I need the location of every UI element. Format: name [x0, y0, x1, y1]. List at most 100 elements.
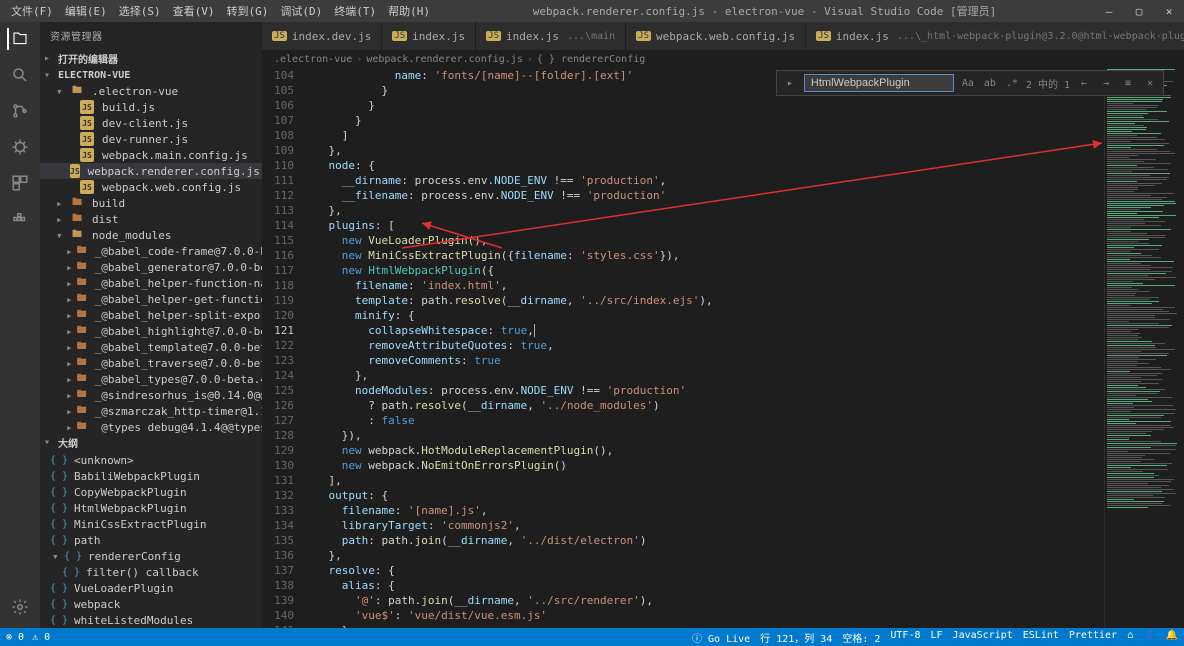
editor-tabs: JSindex.dev.jsJSindex.jsJSindex.js...\ma… [262, 22, 1184, 50]
tree-item[interactable]: ▾🖿node_modules [40, 227, 262, 243]
outline-item[interactable]: { }CopyWebpackPlugin [40, 484, 262, 500]
tree-item[interactable]: JSwebpack.web.config.js [40, 179, 262, 195]
maximize-button[interactable]: ▢ [1124, 5, 1154, 18]
tree-item[interactable]: JSwebpack.main.config.js [40, 147, 262, 163]
menu-item[interactable]: 帮助(H) [383, 1, 435, 21]
find-input[interactable] [804, 74, 954, 92]
status-item[interactable]: ESLint [1023, 630, 1059, 645]
outline-item[interactable]: { }MiniCssExtractPlugin [40, 516, 262, 532]
tree-item[interactable]: ▸🖿_@babel_helper-get-function-arity@7.0.… [40, 291, 262, 307]
tree-item[interactable]: ▸🖿_@babel_traverse@7.0.0-beta.44@@babel [40, 355, 262, 371]
debug-icon[interactable] [9, 136, 31, 158]
code-editor[interactable]: 1041051061071081091101111121131141151161… [262, 68, 1184, 628]
status-item[interactable]: ⚠ 0 [32, 632, 50, 643]
tree-item[interactable]: JSbuild.js [40, 99, 262, 115]
editor-tab[interactable]: JSindex.js...\main [476, 22, 626, 50]
editor-tab[interactable]: JSwebpack.web.config.js [626, 22, 806, 50]
breadcrumb-item[interactable]: { } rendererConfig [537, 54, 645, 65]
tree-item[interactable]: ▸🖿_@babel_code-frame@7.0.0-beta.44@@babe… [40, 243, 262, 259]
status-item[interactable]: 行 121，列 34 [760, 630, 832, 645]
status-bar: ⊗ 0 ⚠ 0 ⓘ Go Live 行 121，列 34 空格: 2 UTF-8 LF Ja… [0, 628, 1184, 646]
outline-item[interactable]: { }BabiliWebpackPlugin [40, 468, 262, 484]
tree-item[interactable]: JSdev-runner.js [40, 131, 262, 147]
menu-item[interactable]: 终端(T) [329, 1, 381, 21]
regex-icon[interactable]: .* [1004, 75, 1020, 91]
editor-tab[interactable]: JSindex.js [382, 22, 476, 50]
outline-item[interactable]: { }VueLoaderPlugin [40, 580, 262, 596]
status-item[interactable]: 👤 [1143, 630, 1155, 645]
explorer-sidebar: 资源管理器 ▸打开的编辑器 ▾ELECTRON-VUE ▾🖿.electron-… [40, 22, 262, 628]
tree-item[interactable]: ▸🖿_@babel_highlight@7.0.0-beta.44@@babel [40, 323, 262, 339]
status-item[interactable]: UTF-8 [890, 630, 920, 645]
minimap[interactable] [1104, 68, 1184, 628]
outline-item[interactable]: { }HtmlWebpackPlugin [40, 500, 262, 516]
breadcrumb[interactable]: .electron-vue›webpack.renderer.config.js… [262, 50, 1184, 68]
tree-item[interactable]: ▸🖿_@types_debug@4.1.4@@types [40, 419, 262, 433]
find-selection-icon[interactable]: ≡ [1120, 75, 1136, 91]
outline-item[interactable]: { }webpack [40, 596, 262, 612]
outline-item[interactable]: { }path [40, 532, 262, 548]
tree-item[interactable]: ▸🖿build [40, 195, 262, 211]
outline-item[interactable]: { }<unknown> [40, 452, 262, 468]
minimize-button[interactable]: — [1094, 5, 1124, 18]
status-item[interactable]: LF [931, 630, 943, 645]
next-match-icon[interactable]: → [1098, 75, 1114, 91]
editor-tab[interactable]: JSindex.js...\_html-webpack-plugin@3.2.0… [806, 22, 1184, 50]
find-results: 2 中的 1 [1026, 76, 1070, 91]
find-widget: ▸ Aa ab .* 2 中的 1 ← → ≡ ✕ [776, 70, 1164, 96]
outline-section[interactable]: ▾大纲 [40, 433, 262, 452]
status-item[interactable]: JavaScript [953, 630, 1013, 645]
outline-item[interactable]: { }whiteListedModules [40, 612, 262, 628]
tree-item[interactable]: ▸🖿_@babel_types@7.0.0-beta.44@@babel [40, 371, 262, 387]
menu-item[interactable]: 调试(D) [275, 1, 327, 21]
editor-tab[interactable]: JSindex.dev.js [262, 22, 382, 50]
tree-item[interactable]: ▸🖿_@sindresorhus_is@0.14.0@@sindresorhus [40, 387, 262, 403]
project-section[interactable]: ▾ELECTRON-VUE [40, 68, 262, 83]
window-controls: — ▢ ✕ [1094, 5, 1184, 18]
status-item[interactable]: ⌂ [1127, 630, 1133, 645]
find-close-icon[interactable]: ✕ [1142, 75, 1158, 91]
menu-item[interactable]: 查看(V) [168, 1, 220, 21]
title-bar: 文件(F)编辑(E)选择(S)查看(V)转到(G)调试(D)终端(T)帮助(H)… [0, 0, 1184, 22]
docker-icon[interactable] [9, 208, 31, 230]
whole-word-icon[interactable]: ab [982, 75, 998, 91]
activity-bar [0, 22, 40, 628]
tree-item[interactable]: ▸🖿_@babel_template@7.0.0-beta.44@@babel [40, 339, 262, 355]
prev-match-icon[interactable]: ← [1076, 75, 1092, 91]
status-item[interactable]: ⓘ Go Live [692, 630, 750, 645]
explorer-icon[interactable] [7, 28, 29, 50]
tree-item[interactable]: JSwebpack.renderer.config.js [40, 163, 262, 179]
status-item[interactable]: ⊗ 0 [6, 632, 24, 643]
tree-item[interactable]: ▸🖿_@babel_helper-function-name@7.0.0-bet… [40, 275, 262, 291]
close-window-button[interactable]: ✕ [1154, 5, 1184, 18]
outline-item[interactable]: { }filter() callback [40, 564, 262, 580]
status-item[interactable]: 🔔 [1166, 630, 1178, 645]
sidebar-title: 资源管理器 [40, 22, 262, 49]
status-item[interactable]: Prettier [1069, 630, 1117, 645]
breadcrumb-item[interactable]: .electron-vue [274, 54, 352, 65]
settings-gear-icon[interactable] [9, 596, 31, 618]
tree-item[interactable]: JSdev-client.js [40, 115, 262, 131]
source-control-icon[interactable] [9, 100, 31, 122]
tree-item[interactable]: ▸🖿dist [40, 211, 262, 227]
file-tree: ▾🖿.electron-vueJSbuild.jsJSdev-client.js… [40, 83, 262, 433]
editor-area: JSindex.dev.jsJSindex.jsJSindex.js...\ma… [262, 22, 1184, 628]
outline-item[interactable]: ▾{ }rendererConfig [40, 548, 262, 564]
breadcrumb-item[interactable]: webpack.renderer.config.js [366, 54, 523, 65]
tree-item[interactable]: ▾🖿.electron-vue [40, 83, 262, 99]
status-item[interactable]: 空格: 2 [842, 630, 880, 645]
tree-item[interactable]: ▸🖿_@babel_generator@7.0.0-beta.44@@babel [40, 259, 262, 275]
menu-item[interactable]: 选择(S) [114, 1, 166, 21]
line-gutter: 1041051061071081091101111121131141151161… [262, 68, 302, 628]
extensions-icon[interactable] [9, 172, 31, 194]
find-toggle-icon[interactable]: ▸ [782, 75, 798, 91]
tree-item[interactable]: ▸🖿_@babel_helper-split-export-declaratio… [40, 307, 262, 323]
menu-item[interactable]: 文件(F) [6, 1, 58, 21]
menu-item[interactable]: 编辑(E) [60, 1, 112, 21]
menu-item[interactable]: 转到(G) [222, 1, 274, 21]
open-editors-section[interactable]: ▸打开的编辑器 [40, 49, 262, 68]
match-case-icon[interactable]: Aa [960, 75, 976, 91]
search-icon[interactable] [9, 64, 31, 86]
code-content[interactable]: name: 'fonts/[name]--[folder].[ext]' } }… [302, 68, 1104, 628]
tree-item[interactable]: ▸🖿_@szmarczak_http-timer@1.1.2@@szmarcza… [40, 403, 262, 419]
